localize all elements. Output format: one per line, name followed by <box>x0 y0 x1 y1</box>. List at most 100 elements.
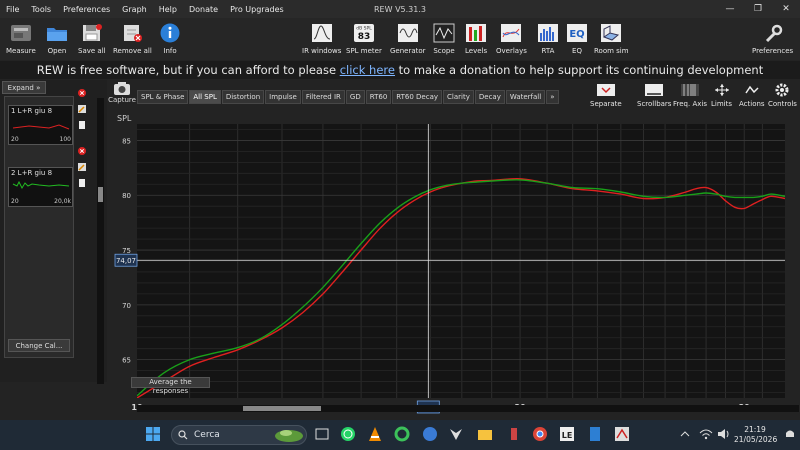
tabs-more-button[interactable]: » <box>546 90 559 104</box>
freq-axis-icon <box>680 82 700 98</box>
horizontal-scrollbar[interactable] <box>137 405 799 412</box>
libreoffice-icon[interactable]: LE <box>559 426 575 442</box>
measurement-item-1[interactable]: 1 L+R giu 8 20 100 <box>8 105 73 145</box>
ir-windows-icon <box>311 22 333 44</box>
remove-all-button[interactable]: Remove all <box>113 22 152 55</box>
taskbar-search[interactable]: Cerca <box>171 425 307 445</box>
task-view-icon[interactable] <box>314 426 330 442</box>
preferences-button[interactable]: Preferences <box>752 22 793 55</box>
levels-label: Levels <box>465 47 488 55</box>
banner-text-after: to make a donation to help support its c… <box>394 63 764 77</box>
tab-rt60[interactable]: RT60 <box>365 90 392 104</box>
notification-bell-icon[interactable] <box>782 426 798 442</box>
notes-measurement-1-icon[interactable] <box>78 121 86 129</box>
tab-spl-phase[interactable]: SPL & Phase <box>137 90 189 104</box>
minimize-icon[interactable]: — <box>716 0 744 18</box>
rta-button[interactable]: RTA <box>537 22 559 55</box>
y-tick-label: 70 <box>122 302 131 310</box>
menubar: File Tools Preferences Graph Help Donate… <box>0 0 800 18</box>
save-all-label: Save all <box>78 47 106 55</box>
document-app-icon[interactable] <box>587 426 603 442</box>
spl-badge-value: 83 <box>358 32 371 42</box>
measurement-item-2[interactable]: 2 L+R giu 8 20 20,0k <box>8 167 73 207</box>
vertical-scrollbar[interactable] <box>97 98 104 384</box>
edit-measurement-2-icon[interactable] <box>78 163 86 171</box>
remove-measurement-1-icon[interactable] <box>78 89 86 97</box>
tab-rt60-decay[interactable]: RT60 Decay <box>392 90 443 104</box>
capture-button[interactable]: Capture <box>107 80 137 110</box>
spl-chart[interactable]: 1011121314151617181920212223242526272829… <box>110 110 800 415</box>
freq-axis-button[interactable]: Freq. Axis <box>673 82 707 108</box>
notes-measurement-2-icon[interactable] <box>78 179 86 187</box>
menu-file[interactable]: File <box>0 5 25 14</box>
save-all-button[interactable]: Save all <box>78 22 106 55</box>
vlc-icon[interactable] <box>367 426 383 442</box>
taskbar-clock[interactable]: 21:19 21/05/2026 <box>734 425 777 445</box>
banner-text-before: REW is free software, but if you can aff… <box>36 63 340 77</box>
limits-button[interactable]: Limits <box>711 82 732 108</box>
scope-button[interactable]: Scope <box>433 22 455 55</box>
menu-preferences[interactable]: Preferences <box>57 5 116 14</box>
tab-filtered-ir[interactable]: Filtered IR <box>301 90 345 104</box>
fox-app-icon[interactable] <box>448 426 464 442</box>
generator-button[interactable]: Generator <box>390 22 426 55</box>
menu-pro-upgrades[interactable]: Pro Upgrades <box>224 5 290 14</box>
ir-windows-button[interactable]: IR windows <box>302 22 341 55</box>
menu-donate[interactable]: Donate <box>183 5 224 14</box>
chevron-up-icon[interactable] <box>677 426 693 442</box>
speaker-icon[interactable] <box>716 426 732 442</box>
scrollbars-label: Scrollbars <box>637 100 672 108</box>
app-circle-icon[interactable] <box>422 426 438 442</box>
rew-taskbar-icon[interactable] <box>614 426 630 442</box>
actions-label: Actions <box>739 100 765 108</box>
actions-button[interactable]: Actions <box>739 82 765 108</box>
expand-button[interactable]: Expand » <box>2 81 46 94</box>
wifi-icon[interactable] <box>698 426 714 442</box>
spl-meter-button[interactable]: dB SPL 83 SPL meter <box>346 22 382 55</box>
tab-waterfall[interactable]: Waterfall <box>505 90 546 104</box>
tab-decay[interactable]: Decay <box>474 90 505 104</box>
maximize-icon[interactable]: ❐ <box>744 0 772 18</box>
windows-start-icon[interactable] <box>145 426 161 442</box>
open-label: Open <box>47 47 67 55</box>
measure-button[interactable]: Measure <box>6 22 36 55</box>
measure-label: Measure <box>6 47 36 55</box>
menu-graph[interactable]: Graph <box>116 5 153 14</box>
tab-all-spl[interactable]: All SPL <box>189 90 221 104</box>
gear-icon <box>772 82 792 98</box>
room-sim-button[interactable]: Room sim <box>594 22 629 55</box>
scope-icon <box>433 22 455 44</box>
horizontal-scrollbar-thumb[interactable] <box>243 406 321 411</box>
average-responses-button[interactable]: Average the responses <box>131 377 210 395</box>
chrome-icon[interactable] <box>532 426 548 442</box>
info-icon <box>159 22 181 44</box>
edit-measurement-1-icon[interactable] <box>78 105 86 113</box>
eq-button[interactable]: EQ EQ <box>566 22 588 55</box>
levels-button[interactable]: Levels <box>465 22 487 55</box>
close-icon[interactable]: ✕ <box>772 0 800 18</box>
vertical-scrollbar-thumb[interactable] <box>98 187 103 202</box>
tab-impulse[interactable]: Impulse <box>265 90 301 104</box>
wrench-icon <box>762 22 784 44</box>
info-button[interactable]: Info <box>159 22 181 55</box>
donate-link[interactable]: click here <box>340 63 395 77</box>
tab-clarity[interactable]: Clarity <box>443 90 474 104</box>
whatsapp-icon[interactable] <box>340 426 356 442</box>
change-cal-button[interactable]: Change Cal... <box>8 339 70 352</box>
room-sim-icon <box>600 22 622 44</box>
menu-help[interactable]: Help <box>153 5 183 14</box>
measurement-1-axis-left: 20 <box>11 136 19 143</box>
file-explorer-icon[interactable] <box>477 426 493 442</box>
overlays-button[interactable]: Overlays <box>496 22 527 55</box>
scrollbars-button[interactable]: Scrollbars <box>637 82 671 108</box>
media-app-icon[interactable] <box>506 426 522 442</box>
info-label: Info <box>163 47 177 55</box>
tab-gd[interactable]: GD <box>345 90 365 104</box>
open-button[interactable]: Open <box>46 22 68 55</box>
separate-button[interactable]: Separate <box>590 82 622 108</box>
menu-tools[interactable]: Tools <box>25 5 57 14</box>
tab-distortion[interactable]: Distortion <box>221 90 265 104</box>
sync-icon[interactable] <box>394 426 410 442</box>
controls-button[interactable]: Controls <box>768 82 797 108</box>
remove-measurement-2-icon[interactable] <box>78 147 86 155</box>
